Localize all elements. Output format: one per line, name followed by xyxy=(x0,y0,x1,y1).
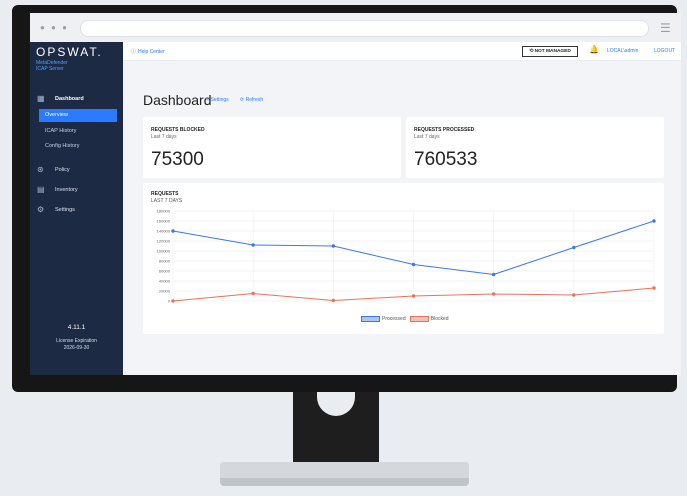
y-tick-label: 120000 xyxy=(157,239,171,244)
data-point-processed[interactable] xyxy=(251,243,255,247)
logo: OPSWAT. xyxy=(36,45,103,59)
data-point-processed[interactable] xyxy=(411,262,416,267)
screen: ● ● ● ☰ OPSWAT. MetaDefender ICAP Server… xyxy=(30,13,681,375)
pencil-icon: ✎ xyxy=(205,97,210,103)
data-point-blocked[interactable] xyxy=(171,299,175,303)
card-title: REQUESTS BLOCKED xyxy=(151,127,205,133)
card-title: REQUESTS PROCESSED xyxy=(414,127,475,133)
requests-line-chart: REQUESTS LAST 7 DAYS 0 20000 40000 60000 800… xyxy=(151,191,656,304)
data-point-processed[interactable] xyxy=(171,229,175,233)
refresh-link-label: Refresh xyxy=(245,97,264,103)
legend-item-processed[interactable]: Processed xyxy=(361,316,406,322)
chart-subtitle: LAST 7 DAYS xyxy=(151,198,183,204)
data-point-blocked[interactable] xyxy=(572,293,576,297)
address-bar[interactable] xyxy=(80,20,649,37)
sidebar-subitem-config-history[interactable]: Config History xyxy=(39,140,117,153)
settings-link[interactable]: ✎ Settings xyxy=(205,97,229,103)
card-value: 75300 xyxy=(151,149,204,170)
sidebar: OPSWAT. MetaDefender ICAP Server ▦ Dashb… xyxy=(30,42,123,375)
settings-icon: ⚙ xyxy=(37,205,45,214)
y-tick-label: 20000 xyxy=(159,289,171,294)
data-point-processed[interactable] xyxy=(491,272,496,277)
sidebar-item-inventory[interactable]: ▤ Inventory xyxy=(30,183,123,197)
help-center-link[interactable]: ⓘ Help Center xyxy=(131,48,165,55)
sidebar-subitem-overview[interactable]: Overview xyxy=(39,109,117,122)
sync-icon: ⟲ xyxy=(529,49,534,54)
sidebar-subitem-icap-history[interactable]: ICAP History xyxy=(39,125,117,138)
monitor-base-edge xyxy=(220,478,469,486)
notification-bell-icon[interactable]: 🔔 xyxy=(589,45,599,54)
sidebar-item-policy[interactable]: ⊛ Policy xyxy=(30,163,123,177)
dashboard-icon: ▦ xyxy=(37,94,45,103)
window-dots-icon: ● ● ● xyxy=(40,23,69,32)
data-point-blocked[interactable] xyxy=(491,292,496,296)
version-label: 4.11.1 xyxy=(67,324,86,331)
help-center-label: Help Center xyxy=(138,49,165,55)
refresh-icon: ⟳ xyxy=(240,97,245,103)
not-managed-badge[interactable]: ⟲ NOT MANAGED xyxy=(522,46,578,57)
browser-bar: ● ● ● ☰ xyxy=(30,13,681,42)
y-tick-label: 80000 xyxy=(159,259,171,264)
sidebar-subitem-label: Overview xyxy=(45,112,68,118)
top-bar: ⓘ Help Center ⟲ NOT MANAGED 🔔 LOCAL\admin… xyxy=(123,42,681,61)
not-managed-label: NOT MANAGED xyxy=(534,49,571,54)
card-subtitle: Last 7 days xyxy=(151,134,177,140)
y-tick-label: 40000 xyxy=(159,279,171,284)
data-point-blocked[interactable] xyxy=(652,286,656,290)
policy-icon: ⊛ xyxy=(37,165,44,174)
data-point-processed[interactable] xyxy=(572,245,576,250)
y-tick-label: 140000 xyxy=(157,229,171,234)
chart-legend: Processed Blocked xyxy=(361,316,449,322)
card-subtitle: Last 7 days xyxy=(414,134,440,140)
y-tick-label: 0 xyxy=(168,299,171,304)
logout-link[interactable]: LOGOUT xyxy=(654,48,675,54)
hamburger-menu-icon[interactable]: ☰ xyxy=(660,22,671,34)
sidebar-item-label: Dashboard xyxy=(55,96,84,102)
data-point-blocked[interactable] xyxy=(411,294,416,298)
main-content: Dashboard ✎ Settings ⟳ Refresh REQUESTS … xyxy=(123,61,681,375)
legend-item-blocked[interactable]: Blocked xyxy=(409,316,449,323)
page-title: Dashboard xyxy=(143,92,212,108)
product-name: MetaDefender ICAP Server xyxy=(36,60,68,72)
data-point-blocked[interactable] xyxy=(331,298,336,303)
data-point-processed[interactable] xyxy=(331,244,336,248)
sidebar-item-settings[interactable]: ⚙ Settings xyxy=(30,203,123,217)
product-line-2: ICAP Server xyxy=(36,66,64,72)
card-value: 760533 xyxy=(414,149,478,170)
y-tick-label: 100000 xyxy=(157,249,171,254)
sidebar-item-label: Settings xyxy=(55,207,75,213)
refresh-link[interactable]: ⟳ Refresh xyxy=(240,97,263,103)
data-point-processed[interactable] xyxy=(652,219,656,223)
sidebar-item-label: Inventory xyxy=(55,187,78,193)
settings-link-label: Settings xyxy=(210,97,229,103)
sidebar-item-dashboard[interactable]: ▦ Dashboard xyxy=(30,92,123,106)
legend-label: Blocked xyxy=(430,316,449,323)
legend-swatch xyxy=(361,316,380,322)
license-info: License Expiration 2026-09-30 xyxy=(30,338,123,351)
y-tick-label: 180000 xyxy=(157,209,171,214)
help-icon: ⓘ xyxy=(131,49,137,55)
sidebar-subitem-label: ICAP History xyxy=(45,128,77,134)
requests-processed-card: REQUESTS PROCESSED Last 7 days 760533 xyxy=(406,117,664,178)
sidebar-item-label: Policy xyxy=(55,167,70,173)
y-tick-label: 60000 xyxy=(159,269,171,274)
requests-chart-card: REQUESTS LAST 7 DAYS 0 20000 40000 60000 800… xyxy=(143,183,664,334)
legend-swatch xyxy=(409,316,429,322)
inventory-icon: ▤ xyxy=(37,185,45,194)
sidebar-subitem-label: Config History xyxy=(45,143,80,149)
y-tick-label: 160000 xyxy=(157,219,171,224)
chart-title: REQUESTS xyxy=(151,191,179,197)
data-point-blocked[interactable] xyxy=(251,291,255,296)
legend-label: Processed xyxy=(382,316,406,323)
requests-blocked-card: REQUESTS BLOCKED Last 7 days 75300 xyxy=(143,117,401,178)
user-menu[interactable]: LOCAL\admin xyxy=(607,48,638,54)
monitor-frame: ● ● ● ☰ OPSWAT. MetaDefender ICAP Server… xyxy=(12,5,681,392)
license-date: 2026-09-30 xyxy=(63,344,90,351)
